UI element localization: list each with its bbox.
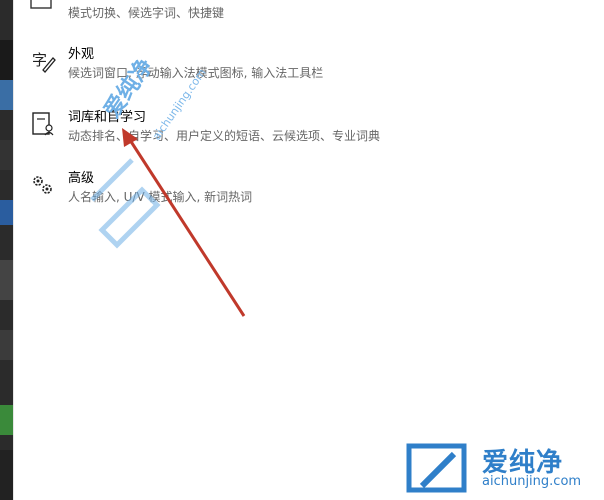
partial-item-desc: 模式切换、候选字词、快捷键: [68, 6, 225, 20]
appearance-title: 外观: [68, 47, 95, 62]
site-logo: 爱纯净 aichunjing.com: [404, 442, 594, 494]
dictionary-desc: 动态排名、自学习、用户定义的短语、云候选项、专业词典: [68, 129, 381, 143]
appearance-icon: 字: [30, 48, 56, 74]
logo-mark-icon: [406, 443, 467, 493]
advanced-desc: 人名输入, U/V 模式输入, 新词热词: [68, 190, 253, 204]
keyboard-icon: [30, 0, 56, 22]
dictionary-icon: [30, 111, 56, 137]
svg-text:字: 字: [32, 51, 47, 69]
desktop-edge-strip: [0, 0, 13, 500]
logo-url: aichunjing.com: [482, 474, 582, 489]
panel-divider: [13, 0, 14, 500]
advanced-title: 高级: [68, 171, 95, 186]
gears-icon: [30, 172, 56, 198]
